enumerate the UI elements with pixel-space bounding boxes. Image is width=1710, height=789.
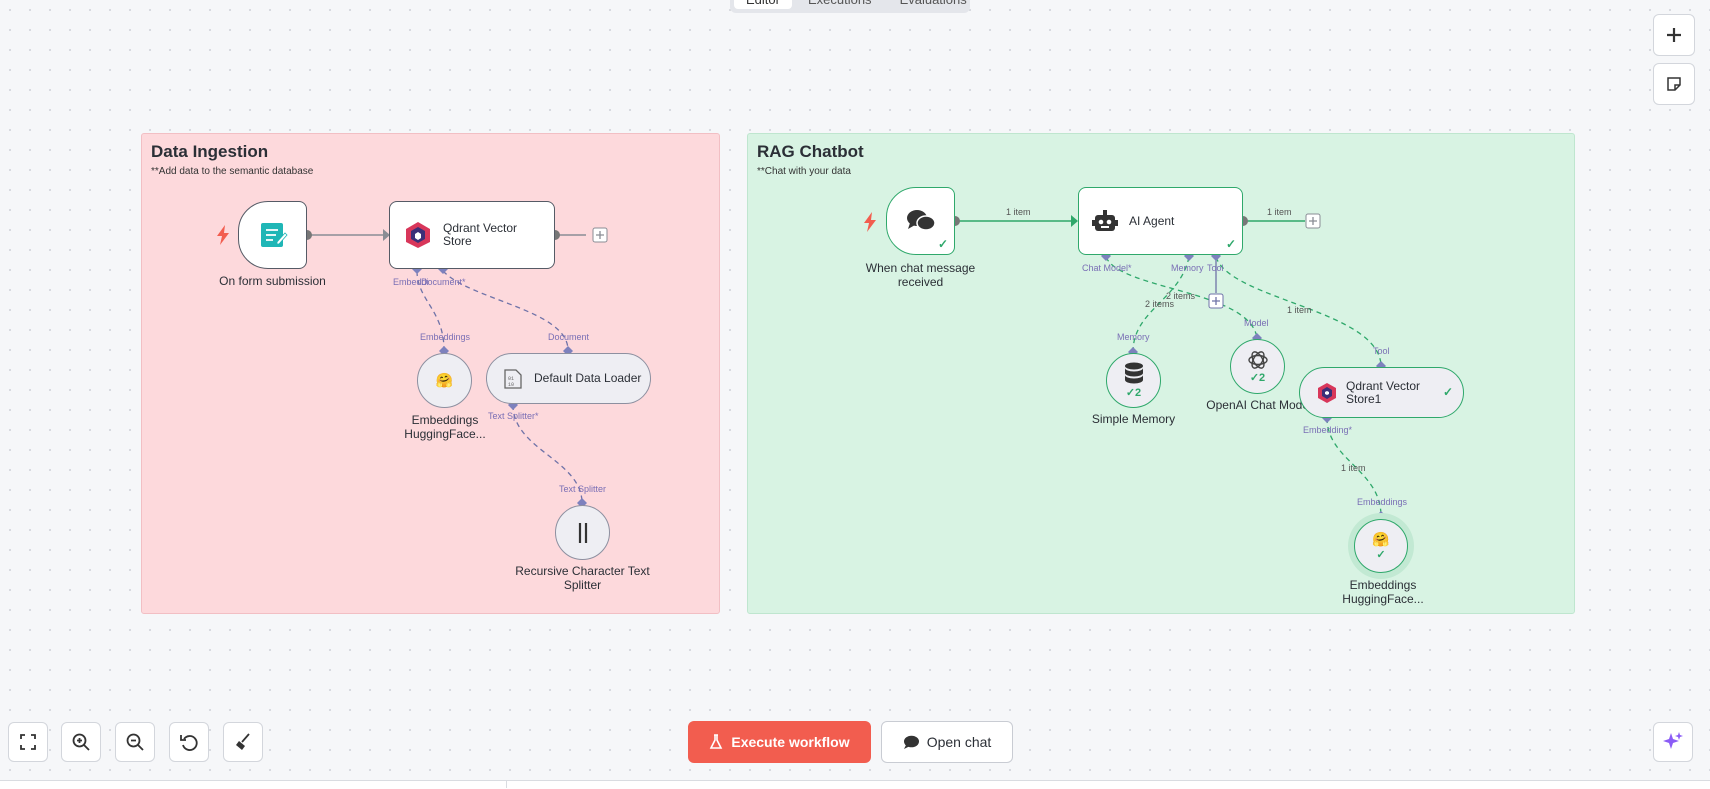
form-icon [260, 223, 288, 247]
port-label-tool: Tool [1373, 346, 1390, 356]
flask-icon [710, 734, 723, 749]
trigger-bolt-icon [864, 212, 876, 232]
node-caption: When chat message received [865, 261, 976, 289]
edge-label: 1 item [1267, 207, 1292, 217]
node-label: AI Agent [1129, 213, 1175, 228]
node-simple-memory[interactable]: ✓2 [1106, 353, 1161, 408]
node-form-trigger[interactable] [238, 201, 307, 269]
node-embeddings-huggingface[interactable]: 🤗 [417, 353, 472, 408]
port-label-memory: Memory [1117, 332, 1150, 342]
zoom-in-button[interactable] [61, 722, 101, 762]
huggingface-icon: 🤗 [1372, 531, 1390, 547]
trigger-bolt-icon [217, 225, 229, 245]
node-qdrant-vector-store[interactable]: Qdrant Vector Store [389, 201, 555, 269]
port-label-model: Model [1244, 318, 1269, 328]
node-recursive-text-splitter[interactable] [555, 505, 610, 560]
node-ai-agent[interactable]: AI Agent ✓ [1078, 187, 1243, 255]
execute-workflow-label: Execute workflow [731, 734, 850, 750]
fit-view-button[interactable] [8, 722, 48, 762]
zoom-out-button[interactable] [115, 722, 155, 762]
tidy-up-button[interactable] [223, 722, 263, 762]
node-caption: Embeddings HuggingFace... [1342, 578, 1424, 606]
connection-arrowhead [1071, 215, 1078, 227]
zoom-in-icon [72, 733, 90, 751]
port-label-embeddings: Embeddings [420, 332, 471, 342]
success-check-icon: ✓ [937, 237, 948, 251]
openai-icon [1247, 351, 1268, 369]
broom-icon [236, 733, 250, 750]
node-openai-chat-model[interactable]: ✓2 [1230, 339, 1285, 394]
success-check-icon: ✓ [1442, 385, 1453, 399]
chat-icon [903, 735, 919, 749]
chat-bubbles-icon [906, 210, 936, 231]
open-chat-button[interactable]: Open chat [881, 721, 1013, 763]
splitter-icon [578, 522, 587, 543]
edge-label: 2 items [1166, 291, 1196, 301]
node-caption: Embeddings HuggingFace... [404, 413, 486, 441]
port-label-document: Document* [421, 277, 466, 287]
success-count: ✓2 [1125, 387, 1142, 399]
edge-label: 1 item [1287, 305, 1312, 315]
port-label-document: Document [548, 332, 590, 342]
node-qdrant-vector-store1[interactable]: Qdrant Vector Store1 ✓ [1299, 367, 1464, 418]
node-label: Qdrant Vector Store1 [1346, 378, 1421, 406]
open-chat-label: Open chat [926, 734, 992, 750]
binary-file-icon: 01 10 [504, 368, 522, 389]
panel-divider [506, 780, 507, 788]
execute-workflow-button[interactable]: Execute workflow [688, 721, 871, 763]
database-icon [1124, 362, 1143, 384]
svg-text:10: 10 [508, 382, 514, 388]
edge-label: 1 item [1341, 463, 1366, 473]
undo-icon [180, 735, 198, 751]
fullscreen-icon [20, 734, 36, 750]
port-label-text-splitter: Text Splitter [559, 484, 607, 494]
robot-icon [1092, 210, 1118, 231]
node-embeddings-huggingface1[interactable]: 🤗 ✓ [1354, 519, 1408, 573]
ai-assistant-button[interactable] [1653, 722, 1693, 762]
port-label-embedding: Embedding* [1303, 425, 1353, 435]
node-caption: Recursive Character Text Splitter [515, 564, 650, 592]
qdrant-icon [1318, 382, 1336, 403]
node-caption: Simple Memory [1091, 412, 1176, 426]
node-caption: OpenAI Chat Model [1206, 398, 1312, 412]
zoom-out-icon [126, 733, 144, 751]
node-chat-trigger[interactable]: ✓ [886, 187, 955, 255]
edge-label: 1 item [1006, 207, 1031, 217]
success-check-icon: ✓ [1225, 237, 1236, 251]
port-label-embeddings: Embeddings [1357, 497, 1408, 507]
sparkles-icon [1663, 732, 1683, 749]
node-default-data-loader[interactable]: 01 10 Default Data Loader [486, 353, 651, 404]
node-label: Default Data Loader [534, 371, 642, 385]
port-label-tool: Tool [1207, 263, 1224, 273]
port-label-text-splitter: Text Splitter* [488, 411, 539, 421]
qdrant-icon [406, 222, 430, 248]
success-check-icon: ✓ [1376, 549, 1386, 561]
reset-zoom-button[interactable] [169, 722, 209, 762]
node-label: Qdrant Vector Store [443, 221, 518, 248]
port-label-memory: Memory [1171, 263, 1204, 273]
node-caption: On form submission [219, 274, 326, 288]
success-count: ✓2 [1249, 372, 1266, 384]
port-label-chat-model: Chat Model* [1082, 263, 1132, 273]
huggingface-icon: 🤗 [435, 372, 454, 388]
